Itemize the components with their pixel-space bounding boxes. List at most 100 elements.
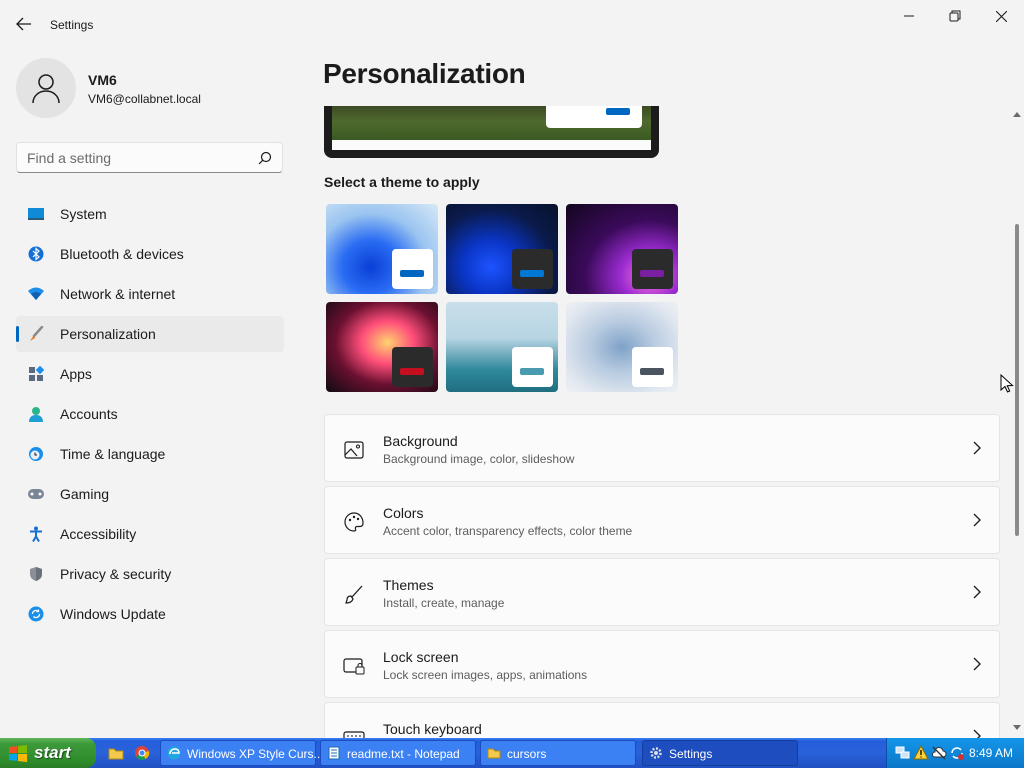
- chevron-right-icon: [973, 513, 981, 527]
- minimize-icon: [904, 15, 914, 17]
- card-title: Touch keyboard: [383, 721, 482, 737]
- edge-icon: [167, 746, 181, 760]
- theme-accent-swatch: [400, 368, 424, 375]
- theme-accent-swatch: [640, 270, 664, 277]
- gear-icon: [650, 747, 662, 759]
- theme-accent-swatch: [520, 368, 544, 375]
- search-box[interactable]: [16, 142, 283, 173]
- theme-glow[interactable]: [566, 204, 678, 294]
- brush-icon: [27, 325, 45, 343]
- taskbar-button-edge[interactable]: Windows XP Style Curs...: [160, 740, 324, 766]
- close-icon: [995, 10, 1007, 22]
- restore-button[interactable]: [932, 0, 978, 32]
- cloud-off-tray-icon[interactable]: [931, 745, 947, 761]
- start-label: start: [34, 743, 71, 762]
- theme-mini-window: [632, 249, 673, 289]
- sidebar-item-label: Accessibility: [60, 526, 137, 542]
- start-button[interactable]: start: [0, 738, 96, 768]
- background-card[interactable]: Background Background image, color, slid…: [324, 414, 1000, 482]
- lock-screen-card[interactable]: Lock screen Lock screen images, apps, an…: [324, 630, 1000, 698]
- sidebar-item-label: Bluetooth & devices: [60, 246, 184, 262]
- colors-card[interactable]: Colors Accent color, transparency effect…: [324, 486, 1000, 554]
- sidebar-item-system[interactable]: System: [16, 196, 284, 232]
- search-icon[interactable]: [258, 151, 272, 165]
- theme-mini-window: [512, 347, 553, 387]
- gamepad-icon: [27, 485, 45, 503]
- minimize-button[interactable]: [886, 0, 932, 32]
- apps-icon: [27, 365, 45, 383]
- back-button[interactable]: [10, 12, 38, 36]
- scroll-up-icon[interactable]: [1012, 110, 1022, 118]
- theme-windows-light[interactable]: [326, 204, 438, 294]
- taskbar: start Windows XP Style Curs... readme.tx…: [0, 738, 1024, 768]
- scrollbar-thumb[interactable]: [1015, 224, 1019, 536]
- themes-card[interactable]: Themes Install, create, manage: [324, 558, 1000, 626]
- theme-flow[interactable]: [566, 302, 678, 392]
- preview-taskbar: [332, 140, 651, 150]
- scroll-down-icon[interactable]: [1012, 724, 1022, 732]
- chevron-right-icon: [973, 585, 981, 599]
- card-subtitle: Install, create, manage: [383, 596, 505, 610]
- folder-icon: [487, 748, 501, 759]
- taskbar-button-label: Windows XP Style Curs...: [187, 747, 324, 761]
- search-input[interactable]: [17, 143, 247, 172]
- warning-tray-icon[interactable]: [913, 745, 929, 761]
- taskbar-button-label: Settings: [669, 747, 713, 761]
- taskbar-button-label: cursors: [507, 747, 547, 761]
- title-bar: Settings: [0, 0, 1024, 48]
- sidebar-item-label: Apps: [60, 366, 92, 382]
- theme-mini-window: [632, 347, 673, 387]
- avatar[interactable]: [16, 58, 76, 118]
- folder-quick-launch-icon[interactable]: [108, 745, 124, 761]
- sidebar-item-label: Accounts: [60, 406, 118, 422]
- sidebar-item-accounts[interactable]: Accounts: [16, 396, 284, 432]
- accessibility-icon: [27, 525, 45, 543]
- taskbar-button-settings[interactable]: Settings: [642, 740, 798, 766]
- clock-globe-icon: [27, 445, 45, 463]
- close-button[interactable]: [978, 0, 1024, 32]
- theme-mini-window: [392, 347, 433, 387]
- theme-accent-swatch: [640, 368, 664, 375]
- user-email: VM6@collabnet.local: [88, 92, 201, 106]
- preview-accent: [606, 108, 630, 115]
- theme-accent-swatch: [400, 270, 424, 277]
- card-title: Background: [383, 433, 458, 449]
- user-name: VM6: [88, 72, 117, 88]
- chrome-quick-launch-icon[interactable]: [134, 745, 150, 761]
- sidebar-item-label: Gaming: [60, 486, 110, 502]
- sidebar-item-time-language[interactable]: Time & language: [16, 436, 284, 472]
- sidebar-item-windows-update[interactable]: Windows Update: [16, 596, 284, 632]
- chevron-right-icon: [973, 657, 981, 671]
- sync-tray-icon[interactable]: [949, 745, 965, 761]
- mouse-cursor-icon: [1000, 374, 1014, 393]
- sidebar-item-bluetooth[interactable]: Bluetooth & devices: [16, 236, 284, 272]
- palette-icon: [343, 511, 365, 533]
- theme-mini-window: [392, 249, 433, 289]
- restore-icon: [949, 10, 961, 22]
- taskbar-clock[interactable]: 8:49 AM: [969, 746, 1013, 760]
- sidebar-item-accessibility[interactable]: Accessibility: [16, 516, 284, 552]
- window-title: Settings: [50, 18, 94, 32]
- brush-icon: [343, 583, 365, 605]
- sidebar-item-label: Privacy & security: [60, 566, 172, 582]
- theme-windows-dark[interactable]: [446, 204, 558, 294]
- sidebar-item-apps[interactable]: Apps: [16, 356, 284, 392]
- sidebar-item-network[interactable]: Network & internet: [16, 276, 284, 312]
- network-tray-icon[interactable]: [895, 745, 911, 761]
- theme-captured-motion[interactable]: [326, 302, 438, 392]
- sidebar-item-label: Network & internet: [60, 286, 176, 302]
- back-arrow-icon: [16, 17, 31, 31]
- sidebar-item-privacy-security[interactable]: Privacy & security: [16, 556, 284, 592]
- wifi-icon: [27, 285, 45, 303]
- theme-sunrise[interactable]: [446, 302, 558, 392]
- notepad-icon: [328, 746, 340, 760]
- system-tray: 8:49 AM: [886, 738, 1024, 768]
- sidebar-item-personalization[interactable]: Personalization: [16, 316, 284, 352]
- page-title: Personalization: [323, 58, 526, 89]
- card-subtitle: Accent color, transparency effects, colo…: [383, 524, 633, 538]
- theme-accent-swatch: [520, 270, 544, 277]
- taskbar-button-cursors[interactable]: cursors: [480, 740, 636, 766]
- taskbar-button-notepad[interactable]: readme.txt - Notepad: [320, 740, 476, 766]
- sidebar-item-gaming[interactable]: Gaming: [16, 476, 284, 512]
- sidebar-item-label: System: [60, 206, 107, 222]
